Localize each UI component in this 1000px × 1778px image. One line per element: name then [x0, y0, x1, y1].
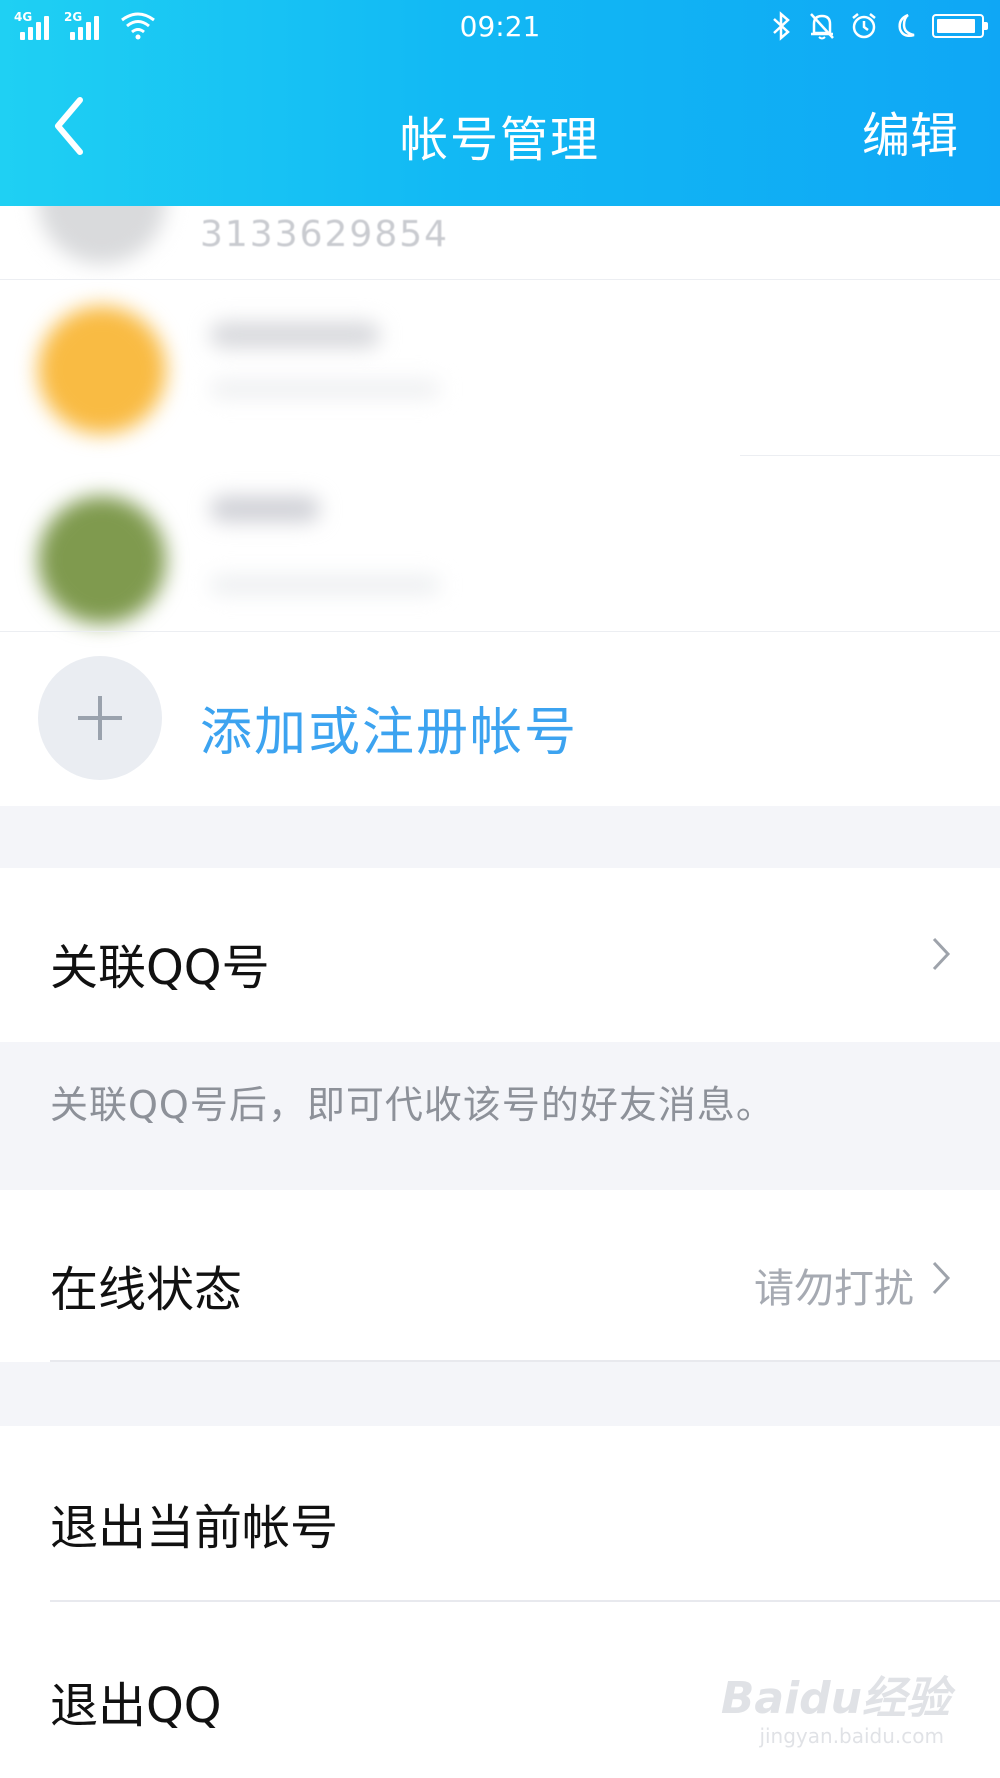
- watermark-url: jingyan.baidu.com: [759, 1724, 944, 1748]
- status-bar: 4G 2G 09:21: [0, 0, 1000, 54]
- account-avatar: [38, 306, 166, 434]
- chevron-right-icon: [932, 1261, 951, 1295]
- account-number: 3133629854: [200, 214, 450, 255]
- chevron-right-icon: [932, 937, 951, 971]
- edit-button[interactable]: 编辑: [862, 96, 958, 166]
- bluetooth-icon: [773, 11, 790, 41]
- page-title: 帐号管理: [399, 112, 600, 168]
- section-gap: [0, 1362, 1000, 1426]
- account-name-blurred: [210, 496, 320, 522]
- account-avatar: [38, 206, 166, 264]
- account-number-blurred: [210, 576, 440, 594]
- account-avatar: [38, 496, 166, 624]
- account-row[interactable]: [0, 280, 1000, 456]
- alarm-icon: [852, 13, 876, 39]
- moon-icon: [898, 13, 915, 37]
- section-gap: [0, 806, 1000, 868]
- top-bar: 4G 2G 09:21 帐号管理 编辑: [0, 0, 1000, 206]
- online-status-value: 请勿打扰: [754, 1266, 914, 1312]
- hint-section: 关联QQ号后，即可代收该号的好友消息。: [0, 1042, 1000, 1190]
- silent-bell-icon: [810, 13, 834, 40]
- account-name-blurred: [210, 322, 380, 348]
- link-qq-hint: 关联QQ号后，即可代收该号的好友消息。: [50, 1083, 775, 1127]
- watermark-logo: Baidu经验: [720, 1673, 950, 1724]
- add-account-row[interactable]: 添加或注册帐号: [0, 630, 1000, 806]
- plus-icon: [38, 656, 162, 780]
- online-status-label: 在线状态: [50, 1262, 243, 1318]
- add-account-label: 添加或注册帐号: [200, 703, 579, 763]
- logout-current-label: 退出当前帐号: [50, 1500, 339, 1556]
- baidu-watermark: Baidu经验 jingyan.baidu.com: [720, 1662, 950, 1762]
- account-row[interactable]: 3133629854: [0, 206, 1000, 280]
- logout-current-row[interactable]: 退出当前帐号: [0, 1426, 1000, 1602]
- link-qq-row[interactable]: 关联QQ号: [0, 868, 1000, 1042]
- logout-qq-label: 退出QQ: [50, 1678, 222, 1734]
- account-number-blurred: [210, 380, 440, 398]
- account-row[interactable]: [0, 456, 1000, 632]
- battery-icon: [932, 14, 988, 38]
- online-status-row[interactable]: 在线状态 请勿打扰: [0, 1190, 1000, 1362]
- link-qq-label: 关联QQ号: [50, 940, 270, 996]
